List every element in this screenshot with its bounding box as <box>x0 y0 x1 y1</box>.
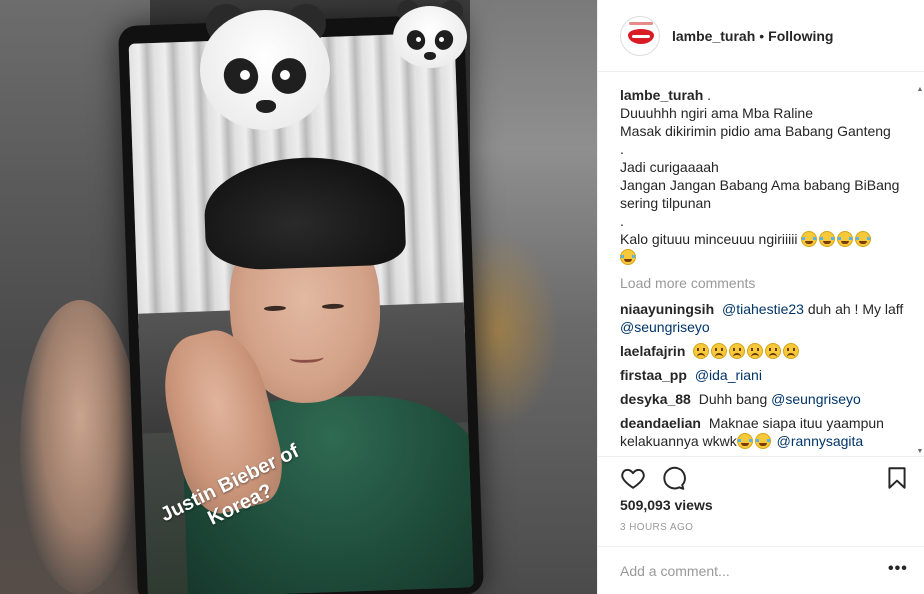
caption-line: Duuuhhh ngiri ama Mba Raline <box>620 105 813 121</box>
sad-emoji-icon <box>783 343 800 359</box>
bookmark-icon[interactable] <box>884 465 910 491</box>
comment-text: duh ah ! My <box>807 301 881 317</box>
caption-line: sering tilpunan <box>620 195 712 211</box>
comment-username[interactable]: deandaelian <box>620 415 701 431</box>
comment-mention[interactable]: @seungriseyo <box>771 391 861 407</box>
comment-icon[interactable] <box>660 465 686 491</box>
comment-item: laelafajrin <box>620 342 904 360</box>
video-blur-right <box>470 0 597 594</box>
comment-text: kelakuannya wkwk <box>620 433 737 449</box>
comments-scrollbar[interactable]: ▲ ▼ <box>915 86 924 456</box>
avatar[interactable] <box>620 15 660 56</box>
comment-username[interactable]: laelafajrin <box>620 343 685 359</box>
joy-emoji-icon <box>801 231 818 247</box>
caption-line: Jangan Jangan Babang Ama babang BiBang <box>620 177 900 193</box>
sad-emoji-icon <box>747 343 764 359</box>
views-count[interactable]: 509,093 views <box>620 497 713 513</box>
joy-emoji-icon <box>837 231 854 247</box>
caption-line: . <box>620 213 624 229</box>
panda-sticker-small <box>393 0 467 74</box>
comment-mention[interactable]: @ida_riani <box>695 367 762 383</box>
joy-emoji-icon <box>855 231 872 247</box>
comments-list[interactable]: lambe_turah . Duuuhhh ngiri ama Mba Rali… <box>620 86 904 456</box>
comment-mention[interactable]: @rannysagita <box>777 433 864 449</box>
header-username[interactable]: lambe_turah <box>672 28 755 44</box>
comment-text: laff <box>884 301 904 317</box>
caption-line: Jadi curigaaaah <box>620 159 719 175</box>
comment-mention[interactable]: @seungriseyo <box>620 319 710 335</box>
comment-username[interactable]: desyka_88 <box>620 391 691 407</box>
sad-emoji-icon <box>711 343 728 359</box>
comment-username[interactable]: firstaa_pp <box>620 367 687 383</box>
sad-emoji-icon <box>729 343 746 359</box>
comment-item: niaayuningsih @tiahestie23 duh ah ! My l… <box>620 300 904 336</box>
caption-line: Kalo gituuu minceuuu ngiriiiii <box>620 231 798 247</box>
caption-line: . <box>620 141 624 157</box>
post-header: lambe_turah • Following <box>598 0 924 72</box>
joy-emoji-icon <box>736 433 753 449</box>
post-timestamp[interactable]: 3 HOURS AGO <box>620 522 693 533</box>
comment-text: Maknae siapa ituu yaampun <box>708 415 884 431</box>
panda-sticker-large <box>200 0 330 135</box>
comment-username[interactable]: niaayuningsih <box>620 301 714 317</box>
joy-emoji-icon <box>754 433 771 449</box>
header-separator: • <box>759 27 765 44</box>
caption-username[interactable]: lambe_turah <box>620 87 703 103</box>
comment-mention[interactable]: @tiahestie23 <box>722 301 804 317</box>
post-video[interactable]: Justin Bieber of Korea? <box>0 0 597 594</box>
heart-icon[interactable] <box>620 465 646 491</box>
scroll-up-arrow-icon[interactable]: ▲ <box>916 86 924 94</box>
post-side-panel: lambe_turah • Following lambe_turah . Du… <box>597 0 924 594</box>
sad-emoji-icon <box>765 343 782 359</box>
post-actions <box>598 456 924 494</box>
caption-lead: . <box>707 87 712 103</box>
joy-emoji-icon <box>819 231 836 247</box>
add-comment-input[interactable] <box>620 561 870 581</box>
add-comment-bar: ••• <box>598 546 924 594</box>
comment-item: deandaelian Maknae siapa ituu yaampun ke… <box>620 414 904 450</box>
following-button[interactable]: Following <box>768 28 833 44</box>
load-more-comments-link[interactable]: Load more comments <box>620 274 904 292</box>
comment-item: desyka_88 Duhh bang @seungriseyo <box>620 390 904 408</box>
post-caption: lambe_turah . Duuuhhh ngiri ama Mba Rali… <box>620 86 904 266</box>
more-options-icon[interactable]: ••• <box>888 560 908 578</box>
joy-emoji-icon <box>620 249 636 265</box>
comment-item: firstaa_pp @ida_riani <box>620 366 904 384</box>
scroll-down-arrow-icon[interactable]: ▼ <box>916 448 924 456</box>
sad-emoji-icon <box>693 343 710 359</box>
comment-text: Duhh bang <box>698 391 768 407</box>
lips-logo-icon <box>628 28 654 44</box>
caption-line: Masak dikirimin pidio ama Babang Ganteng <box>620 123 891 139</box>
